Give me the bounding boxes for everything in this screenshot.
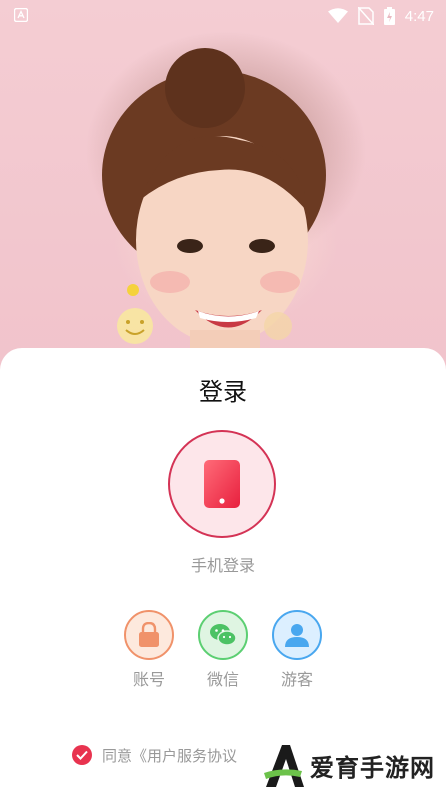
agreement-checkbox[interactable] bbox=[72, 745, 92, 765]
status-icons: 4:47 bbox=[327, 6, 434, 26]
account-login-label: 账号 bbox=[132, 670, 165, 689]
phone-login-label: 手机登录 bbox=[190, 556, 255, 575]
status-bar: 4:47 bbox=[0, 0, 446, 32]
wifi-icon bbox=[327, 8, 348, 23]
phone-icon bbox=[204, 460, 240, 508]
no-sim-icon bbox=[357, 7, 374, 25]
hero-photo bbox=[0, 0, 446, 380]
wechat-icon bbox=[210, 624, 237, 646]
watermark-logo-icon bbox=[264, 745, 304, 787]
watermark: 爱育手游网 bbox=[262, 740, 435, 790]
lock-icon bbox=[139, 622, 159, 647]
phone-login-button[interactable] bbox=[168, 430, 276, 538]
account-login-button[interactable] bbox=[124, 610, 174, 660]
battery-charging-icon bbox=[383, 7, 395, 25]
page-title: 登录 bbox=[199, 378, 247, 406]
clock: 4:47 bbox=[404, 7, 434, 25]
app-notification-icon bbox=[14, 8, 28, 22]
wechat-login-button[interactable] bbox=[198, 610, 248, 660]
watermark-text: 爱育手游网 bbox=[310, 753, 435, 782]
user-icon bbox=[285, 624, 309, 647]
wechat-login-label: 微信 bbox=[206, 670, 239, 689]
check-icon bbox=[76, 750, 88, 760]
portrait-illustration bbox=[102, 48, 326, 380]
agreement-text[interactable]: 同意《用户服务协议 bbox=[102, 745, 237, 766]
guest-login-button[interactable] bbox=[272, 610, 322, 660]
guest-login-label: 游客 bbox=[280, 670, 313, 689]
agreement-row: 同意《用户服务协议 bbox=[72, 744, 237, 766]
